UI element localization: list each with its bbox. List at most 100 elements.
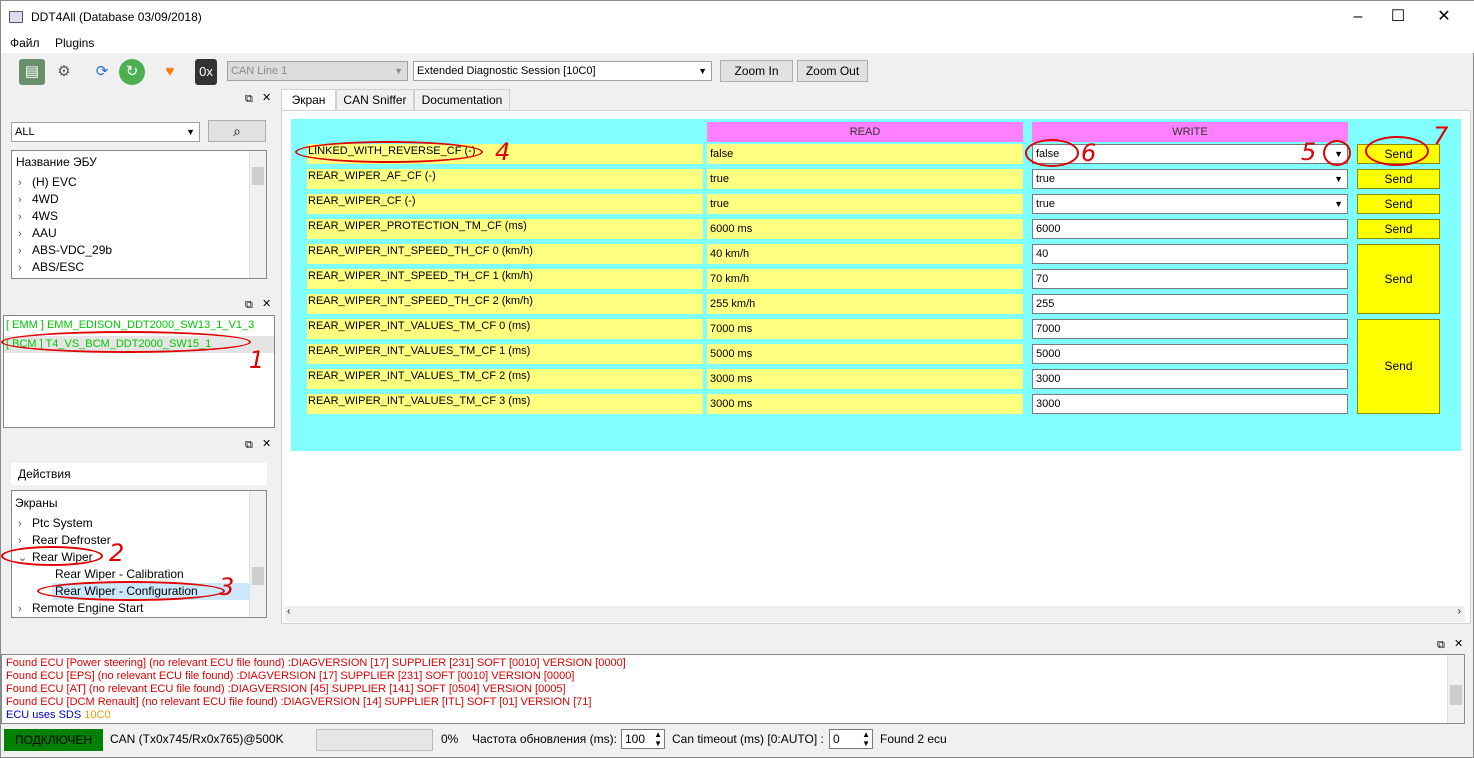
log-panel-close-icon[interactable]: ✕: [1454, 636, 1463, 650]
chevron-right-icon: ›: [18, 228, 22, 240]
sniffer-icon[interactable]: ⚙: [51, 59, 77, 85]
list-item[interactable]: › ABS/ESC: [18, 260, 84, 274]
ecu-filter-select[interactable]: ALL ▼: [11, 122, 200, 142]
progress-text: 0%: [441, 732, 459, 746]
scan-ecu-icon[interactable]: ▤: [19, 59, 45, 85]
annotation-number: 6: [1081, 139, 1097, 167]
refresh-label: Частота обновления (ms):: [472, 732, 617, 746]
send-button[interactable]: Send: [1357, 319, 1440, 414]
param-label: REAR_WIPER_PROTECTION_TM_CF (ms): [307, 219, 703, 239]
write-input[interactable]: 7000: [1032, 319, 1348, 339]
can-line-select[interactable]: CAN Line 1 ▼: [227, 61, 408, 81]
found-panel-close-icon[interactable]: ✕: [262, 296, 271, 310]
spin-arrows-icon[interactable]: ▲ ▼: [862, 730, 870, 748]
param-label: REAR_WIPER_INT_SPEED_TH_CF 0 (km/h): [307, 244, 703, 264]
maximize-button[interactable]: ☐: [1375, 1, 1421, 33]
read-value: true: [707, 169, 1023, 189]
send-button[interactable]: Send: [1357, 219, 1440, 239]
refresh-spinbox[interactable]: 100 ▲ ▼: [621, 729, 665, 749]
found-ecu-count: Found 2 ecu: [880, 732, 947, 746]
can-info: CAN (Tx0x745/Rx0x765)@500K: [110, 732, 284, 746]
tab-can-sniffer[interactable]: CAN Sniffer: [336, 89, 414, 111]
annotation-number: 4: [495, 138, 511, 166]
write-input[interactable]: 5000: [1032, 344, 1348, 364]
actions-header-bar: Действия: [11, 463, 267, 485]
ecu-list-header: Название ЭБУ: [16, 155, 97, 169]
tree-item-remote-engine-start[interactable]: › Remote Engine Start: [18, 601, 143, 615]
tree-root-screens: Экраны: [15, 496, 58, 510]
annotation-ellipse: [1323, 140, 1351, 166]
chevron-right-icon: ›: [18, 535, 22, 547]
can-line-value: CAN Line 1: [231, 65, 288, 77]
write-input[interactable]: 40: [1032, 244, 1348, 264]
menu-bar: Файл Plugins: [1, 33, 1474, 53]
write-input[interactable]: 6000: [1032, 219, 1348, 239]
close-button[interactable]: ✕: [1421, 1, 1467, 33]
actions-panel-close-icon[interactable]: ✕: [262, 436, 271, 450]
read-value: false: [707, 144, 1023, 164]
title-bar: DDT4All (Database 03/09/2018) – ☐ ✕: [1, 1, 1474, 33]
actions-tree-scrollbar[interactable]: [249, 491, 266, 617]
tree-item-rear-defroster[interactable]: › Rear Defroster: [18, 533, 111, 547]
send-button[interactable]: Send: [1357, 194, 1440, 214]
param-label: REAR_WIPER_INT_SPEED_TH_CF 2 (km/h): [307, 294, 703, 314]
timeout-label: Can timeout (ms) [0:AUTO] :: [672, 732, 824, 746]
tab-screen[interactable]: Экран: [281, 89, 336, 111]
chevron-right-icon: ›: [18, 211, 22, 223]
ecu-panel-close-icon[interactable]: ✕: [262, 90, 271, 104]
menu-file[interactable]: Файл: [10, 36, 40, 50]
write-input[interactable]: 3000: [1032, 369, 1348, 389]
ecu-panel-float-icon[interactable]: ⧉: [245, 91, 253, 106]
write-input[interactable]: 255: [1032, 294, 1348, 314]
status-bar: ПОДКЛЮЧЕН CAN (Tx0x745/Rx0x765)@500K 0% …: [1, 726, 1474, 756]
list-item[interactable]: › AAU: [18, 226, 57, 240]
ecu-list-scrollbar[interactable]: [249, 151, 266, 278]
write-select[interactable]: true ▼: [1032, 169, 1348, 189]
refresh-icon[interactable]: ⟳: [89, 59, 115, 85]
read-value: 70 km/h: [707, 269, 1023, 289]
annotation-ellipse: [1, 331, 251, 353]
annotation-ellipse: [295, 141, 483, 163]
list-item[interactable]: › ABS-VDC_29b: [18, 243, 112, 257]
actions-panel-float-icon[interactable]: ⧉: [245, 437, 253, 452]
timeout-spinbox[interactable]: 0 ▲ ▼: [829, 729, 873, 749]
chevron-right-icon: ›: [18, 194, 22, 206]
write-select[interactable]: true ▼: [1032, 194, 1348, 214]
send-button[interactable]: Send: [1357, 244, 1440, 314]
list-item[interactable]: › 4WD: [18, 192, 59, 206]
screen-hscrollbar[interactable]: ‹ ›: [285, 606, 1465, 622]
tab-documentation[interactable]: Documentation: [414, 89, 510, 111]
param-label: REAR_WIPER_CF (-): [307, 194, 703, 214]
write-input[interactable]: 3000: [1032, 394, 1348, 414]
auto-refresh-icon[interactable]: ↻: [119, 59, 145, 85]
read-value: 3000 ms: [707, 394, 1023, 414]
found-ecu-item[interactable]: [ EMM ] EMM_EDISON_DDT2000_SW13_1_V1_3: [6, 319, 254, 331]
window-title: DDT4All (Database 03/09/2018): [31, 10, 202, 24]
search-ecu-button[interactable]: ⌕: [208, 120, 266, 142]
hex-mode-button[interactable]: 0x: [195, 59, 217, 85]
menu-plugins[interactable]: Plugins: [55, 36, 94, 50]
read-value: 7000 ms: [707, 319, 1023, 339]
heartbeat-icon[interactable]: ♥: [157, 59, 183, 85]
read-value: 5000 ms: [707, 344, 1023, 364]
list-item[interactable]: › 4WS: [18, 209, 58, 223]
app-icon: [9, 11, 23, 23]
session-select[interactable]: Extended Diagnostic Session [10C0] ▼: [413, 61, 712, 81]
log-panel-float-icon[interactable]: ⧉: [1437, 637, 1445, 652]
annotation-ellipse: [1025, 139, 1079, 167]
scroll-left-icon[interactable]: ‹: [287, 606, 290, 617]
zoom-out-button[interactable]: Zoom Out: [797, 60, 868, 82]
write-input[interactable]: 70: [1032, 269, 1348, 289]
send-button[interactable]: Send: [1357, 169, 1440, 189]
list-item[interactable]: › (H) EVC: [18, 175, 77, 189]
spin-arrows-icon[interactable]: ▲ ▼: [654, 730, 662, 748]
connection-status: ПОДКЛЮЧЕН: [4, 729, 103, 751]
tree-item-ptc-system[interactable]: › Ptc System: [18, 516, 93, 530]
log-scrollbar[interactable]: [1447, 655, 1464, 723]
read-value: 40 km/h: [707, 244, 1023, 264]
tree-item-rear-wiper-calibration[interactable]: Rear Wiper - Calibration: [55, 567, 184, 581]
zoom-in-button[interactable]: Zoom In: [720, 60, 793, 82]
scroll-right-icon[interactable]: ›: [1458, 606, 1461, 617]
chevron-down-icon: ▼: [1334, 199, 1343, 209]
found-panel-float-icon[interactable]: ⧉: [245, 297, 253, 312]
